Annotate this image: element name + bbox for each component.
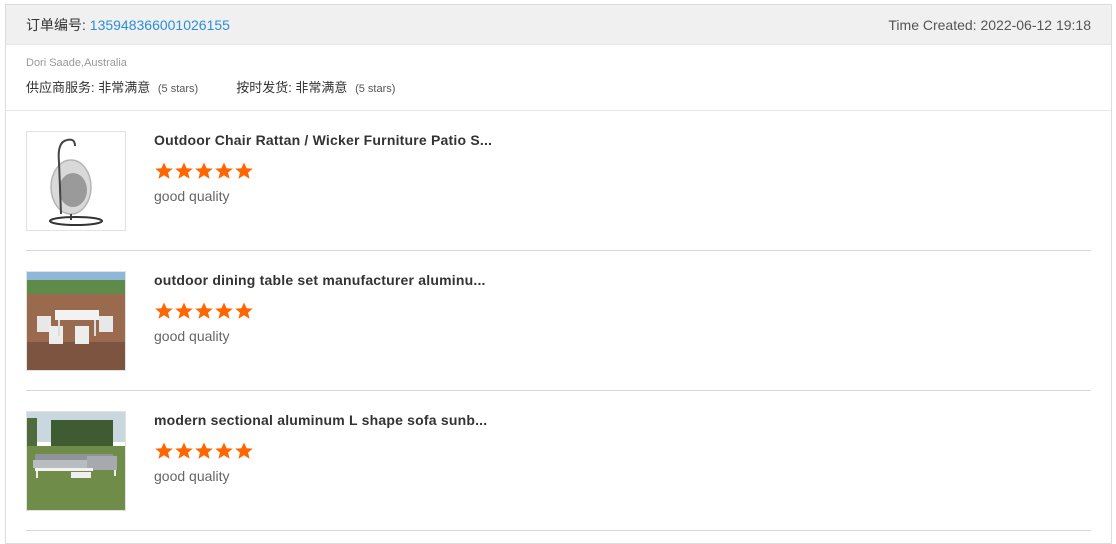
star-icon: [174, 441, 194, 461]
review-items: Outdoor Chair Rattan / Wicker Furniture …: [6, 111, 1111, 531]
hanging-egg-chair-image[interactable]: [26, 131, 126, 231]
item-title[interactable]: outdoor dining table set manufacturer al…: [154, 272, 486, 288]
star-icon: [234, 161, 254, 181]
item-rating-stars: [154, 301, 486, 321]
order-header: 订单编号: 135948366001026155 Time Created: 2…: [6, 5, 1111, 45]
supplier-service-rating: 供应商服务: 非常满意 (5 stars): [26, 77, 198, 96]
review-item: Outdoor Chair Rattan / Wicker Furniture …: [26, 111, 1091, 251]
review-item: modern sectional aluminum L shape sofa s…: [26, 391, 1091, 531]
star-icon: [154, 301, 174, 321]
star-icon: [234, 441, 254, 461]
item-review-text: good quality: [154, 468, 230, 484]
item-title[interactable]: modern sectional aluminum L shape sofa s…: [154, 412, 487, 428]
time-created: Time Created: 2022-06-12 19:18: [888, 16, 1091, 33]
item-review-text: good quality: [154, 188, 230, 204]
shipping-note: (5 stars): [355, 83, 396, 95]
item-title[interactable]: Outdoor Chair Rattan / Wicker Furniture …: [154, 132, 492, 148]
customer-name: Dori Saade,Australia: [26, 57, 127, 69]
order-number-label: 订单编号:: [26, 16, 90, 33]
star-icon: [194, 441, 214, 461]
star-icon: [174, 161, 194, 181]
sectional-sofa-image[interactable]: [26, 411, 126, 511]
star-icon: [234, 301, 254, 321]
star-icon: [194, 301, 214, 321]
shipping-rating: 按时发货: 非常满意 (5 stars): [236, 77, 395, 96]
star-icon: [174, 301, 194, 321]
review-card: 订单编号: 135948366001026155 Time Created: 2…: [5, 4, 1112, 544]
item-rating-stars: [154, 161, 492, 181]
star-icon: [154, 161, 174, 181]
supplier-service-label: 供应商服务: 非常满意: [26, 80, 151, 95]
star-icon: [214, 441, 234, 461]
supplier-service-note: (5 stars): [157, 83, 199, 95]
order-id: 订单编号: 135948366001026155: [26, 15, 230, 35]
star-icon: [214, 301, 234, 321]
order-number-link[interactable]: 135948366001026155: [90, 17, 230, 33]
dining-set-image[interactable]: [26, 271, 126, 371]
star-icon: [194, 161, 214, 181]
service-ratings: 供应商服务: 非常满意 (5 stars) 按时发货: 非常满意 (5 star…: [26, 77, 1091, 96]
star-icon: [214, 161, 234, 181]
shipping-label: 按时发货: 非常满意: [236, 80, 348, 95]
star-icon: [154, 441, 174, 461]
item-rating-stars: [154, 441, 487, 461]
review-meta: Dori Saade,Australia 供应商服务: 非常满意 (5 star…: [6, 45, 1111, 111]
item-review-text: good quality: [154, 328, 230, 344]
review-item: outdoor dining table set manufacturer al…: [26, 251, 1091, 391]
